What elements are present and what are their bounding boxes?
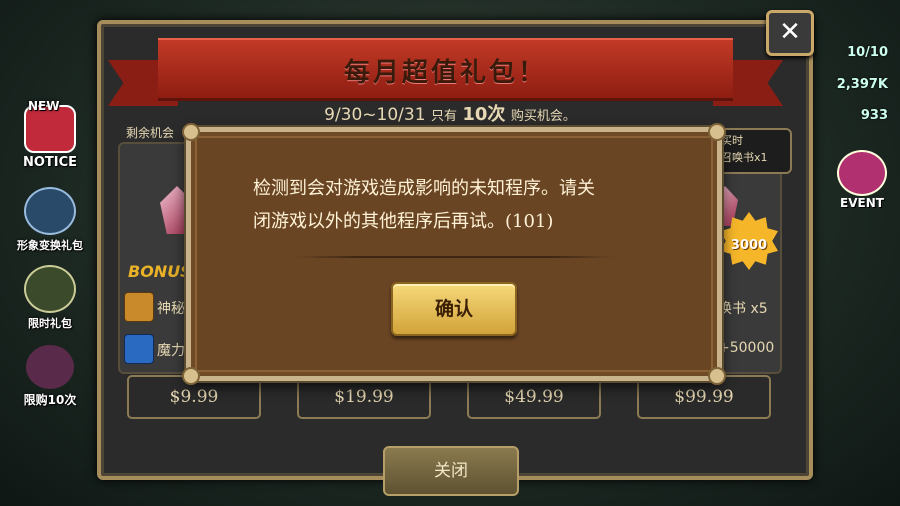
event-icon bbox=[837, 150, 887, 196]
remain-label: 剩余机会 bbox=[126, 126, 175, 140]
confirm-button[interactable]: 确认 bbox=[391, 282, 517, 336]
date-range: 9/30~10/31 bbox=[324, 105, 426, 125]
limited-buy-button[interactable]: 限购10次 bbox=[10, 345, 90, 408]
purchase-chance-label: 购买机会。 bbox=[510, 109, 576, 124]
game-scene: NEW NOTICE 形象变换礼包 限时礼包 限购10次 10/10 2,397… bbox=[0, 0, 900, 506]
stamina-count: 10/10 bbox=[847, 45, 888, 60]
divider bbox=[295, 256, 615, 258]
message-line: 检测到会对游戏造成影响的未知程序。请关 bbox=[253, 178, 595, 199]
limited-buy-label: 限购10次 bbox=[23, 393, 77, 407]
corner-ornament bbox=[708, 367, 726, 385]
gold-count: 2,397K bbox=[836, 77, 888, 92]
corner-ornament bbox=[182, 123, 200, 141]
item-label: 唤书 x5 bbox=[718, 301, 768, 317]
event-label: EVENT bbox=[840, 196, 884, 210]
notice-label: NOTICE bbox=[22, 155, 78, 170]
limited-pack-button[interactable]: 限时礼包 bbox=[10, 265, 90, 331]
price-button[interactable]: $49.99 bbox=[467, 375, 601, 419]
gift-icon bbox=[24, 265, 76, 313]
close-button[interactable]: 关闭 bbox=[383, 446, 519, 496]
limited-pack-label: 限时礼包 bbox=[28, 317, 72, 330]
corner-ornament bbox=[708, 123, 726, 141]
item-label: +50000 bbox=[718, 340, 775, 356]
panel-title: 每月超值礼包！ bbox=[343, 58, 547, 88]
mana-crystal-icon bbox=[124, 334, 154, 364]
event-button[interactable]: EVENT bbox=[836, 150, 888, 210]
ribbon-body: 每月超值礼包！ bbox=[158, 38, 733, 101]
price-button[interactable]: $99.99 bbox=[637, 375, 771, 419]
costume-icon bbox=[24, 187, 76, 235]
error-dialog: 检测到会对游戏造成影响的未知程序。请关 闭游戏以外的其他程序后再试。(101) … bbox=[182, 123, 726, 385]
item-label: 神秘 bbox=[157, 301, 185, 317]
corner-ornament bbox=[182, 367, 200, 385]
only-label: 只有 bbox=[430, 109, 457, 124]
costume-pack-label: 形象变换礼包 bbox=[17, 239, 83, 252]
dialog-message: 检测到会对游戏造成影响的未知程序。请关 闭游戏以外的其他程序后再试。(101) bbox=[253, 172, 673, 238]
bonus-label: BONUS bbox=[128, 262, 192, 281]
costume-pack-button[interactable]: 形象变换礼包 bbox=[10, 187, 90, 253]
times-count: 10次 bbox=[462, 104, 506, 125]
gem-bonus-badge: 3000 bbox=[720, 212, 778, 270]
crystal-icon bbox=[26, 345, 74, 389]
price-button[interactable]: $19.99 bbox=[297, 375, 431, 419]
right-menu: 10/10 2,397K 933 EVENT bbox=[800, 0, 900, 506]
item-label: 魔力 bbox=[157, 343, 185, 359]
date-line: 9/30~10/31 只有 10次 购买机会。 bbox=[0, 100, 900, 126]
message-line: 闭游戏以外的其他程序后再试。(101) bbox=[253, 211, 554, 232]
scroll-icon bbox=[124, 292, 154, 322]
badge-value: 3000 bbox=[730, 238, 768, 253]
